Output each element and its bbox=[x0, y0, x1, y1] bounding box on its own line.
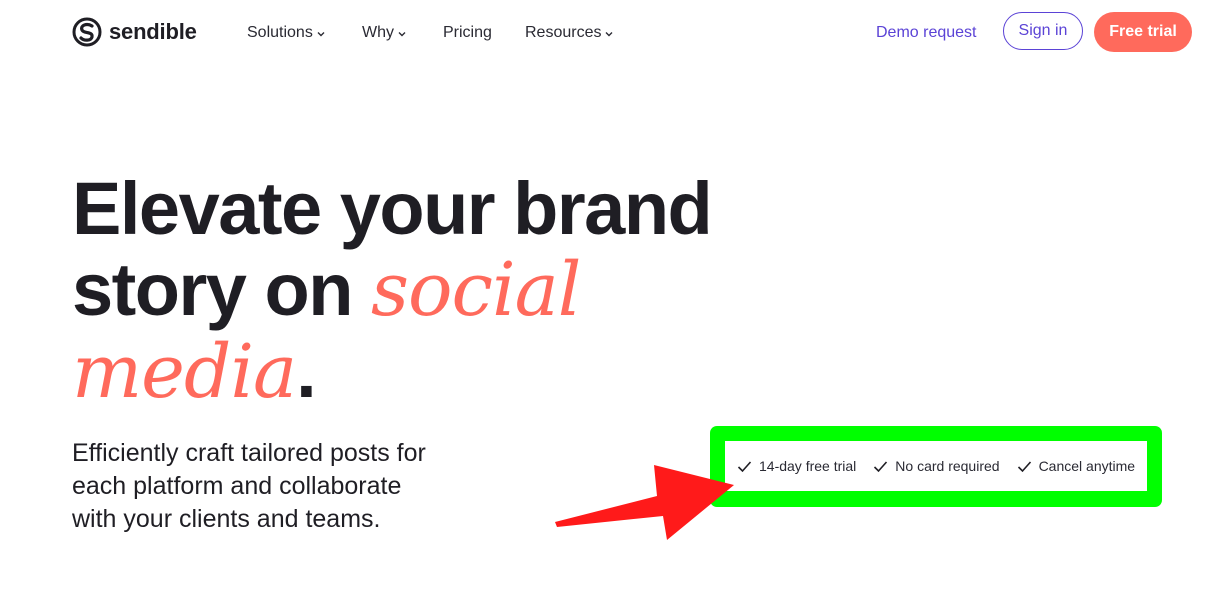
hero-title-line1: Elevate your brand bbox=[72, 167, 713, 250]
free-trial-button[interactable]: Free trial bbox=[1094, 12, 1192, 52]
perk-item: No card required bbox=[873, 458, 1000, 474]
logo-text: sendible bbox=[109, 19, 197, 44]
nav-resources[interactable]: Resources bbox=[525, 24, 625, 42]
nav-label: Resources bbox=[525, 24, 602, 41]
perk-label: Cancel anytime bbox=[1038, 458, 1136, 474]
perk-item: 14-day free trial bbox=[737, 458, 856, 474]
nav-why[interactable]: Why bbox=[362, 24, 443, 42]
check-icon bbox=[874, 460, 888, 472]
nav-pricing[interactable]: Pricing bbox=[443, 24, 525, 42]
check-icon bbox=[1017, 460, 1031, 472]
hero-title-line2: story on bbox=[72, 248, 371, 331]
nav-label: Pricing bbox=[443, 24, 492, 41]
sendible-logo[interactable]: sendible bbox=[72, 17, 197, 47]
chevron-down-icon bbox=[605, 31, 613, 36]
perks-list: 14-day free trial No card required Cance… bbox=[725, 441, 1147, 491]
perk-label: No card required bbox=[895, 458, 1000, 474]
chevron-down-icon bbox=[317, 31, 325, 36]
demo-request-link[interactable]: Demo request bbox=[876, 24, 977, 42]
hero-accent-social: social bbox=[370, 247, 581, 333]
hero-subtitle: Efficiently craft tailored posts for eac… bbox=[72, 439, 426, 533]
red-arrow-icon bbox=[555, 465, 734, 540]
nav-label: Solutions bbox=[247, 24, 313, 41]
hero-title-period: . bbox=[296, 330, 317, 413]
main-nav: Solutions Why Pricing Resources bbox=[247, 24, 625, 42]
chevron-down-icon bbox=[398, 31, 406, 36]
sendible-s-logo-icon bbox=[72, 17, 102, 47]
hero-title: Elevate your brand story on social media… bbox=[72, 167, 713, 415]
nav-solutions[interactable]: Solutions bbox=[247, 24, 362, 42]
nav-label: Why bbox=[362, 24, 394, 41]
hero-accent-media: media bbox=[72, 329, 297, 415]
perk-label: 14-day free trial bbox=[759, 458, 857, 474]
perks-highlight-box: 14-day free trial No card required Cance… bbox=[710, 426, 1162, 507]
sign-in-button[interactable]: Sign in bbox=[1003, 12, 1083, 50]
perk-item: Cancel anytime bbox=[1017, 458, 1136, 474]
